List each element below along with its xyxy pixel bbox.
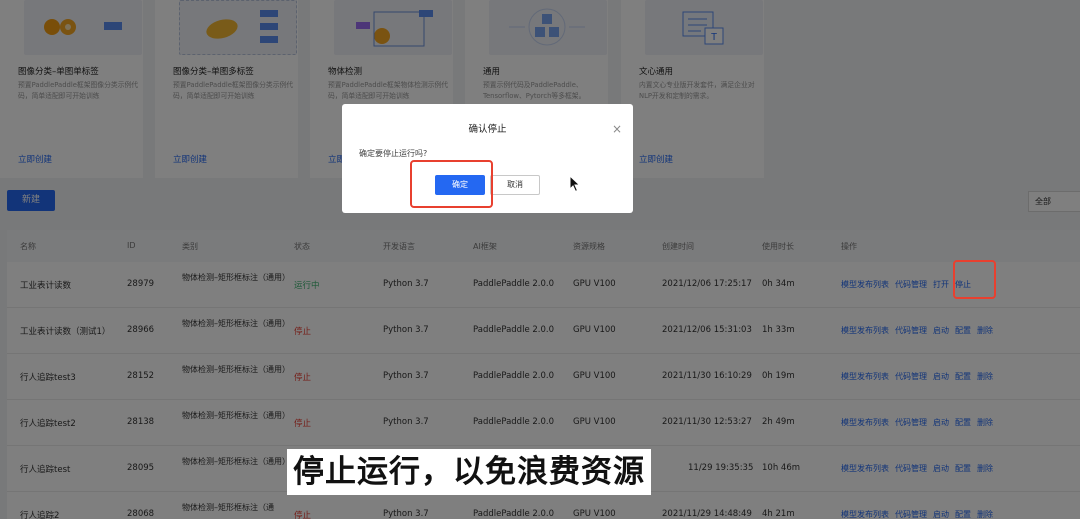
dialog-title: 确认停止 xyxy=(468,124,507,135)
close-icon[interactable]: × xyxy=(611,123,623,135)
modal-overlay xyxy=(0,0,1080,519)
confirm-highlight-box xyxy=(410,160,493,208)
cancel-button[interactable]: 取消 xyxy=(490,175,540,195)
stop-highlight-box xyxy=(953,260,996,299)
mouse-cursor-icon xyxy=(569,175,581,193)
video-subtitle: 停止运行，以免浪费资源 xyxy=(287,449,651,495)
dialog-message: 确定要停止运行吗? xyxy=(359,149,428,158)
